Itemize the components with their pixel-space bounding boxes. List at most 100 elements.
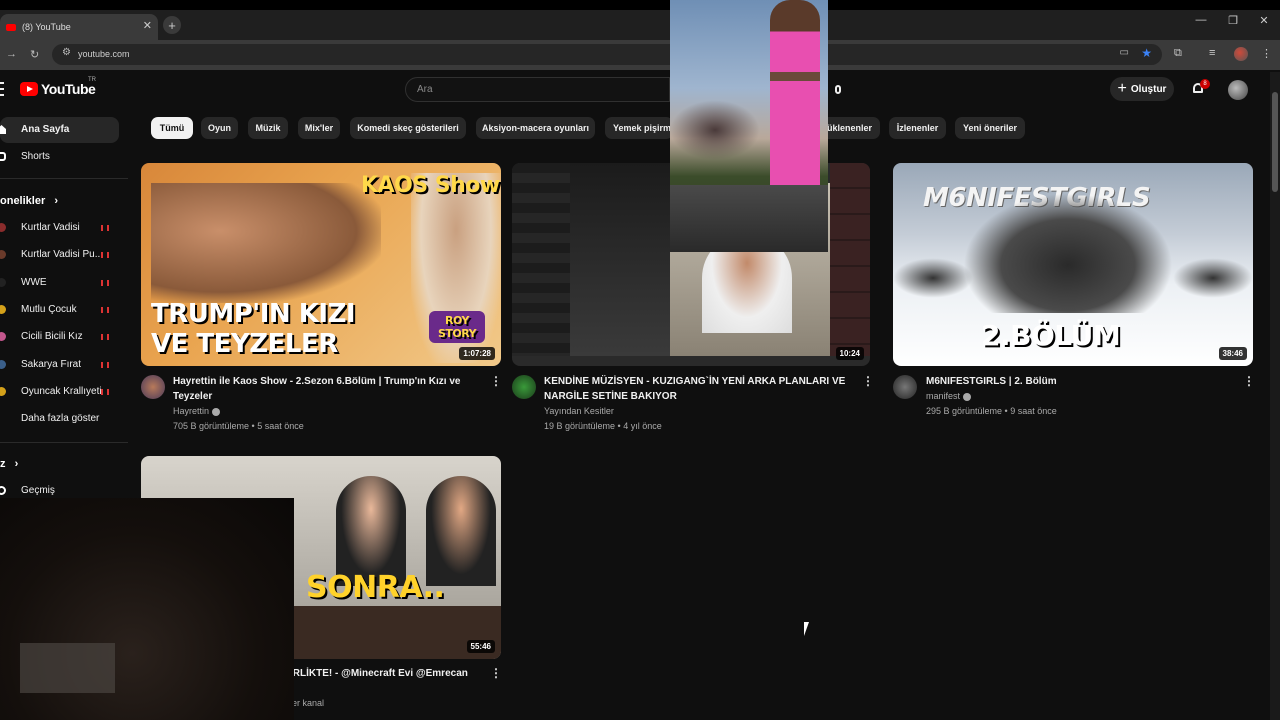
forward-icon[interactable]: →: [6, 48, 17, 60]
sidebar-channel-item[interactable]: Kurtlar Vadisi: [0, 215, 119, 241]
page-scrollbar[interactable]: [1270, 72, 1280, 720]
live-indicator-icon: [101, 307, 109, 313]
photo-trees: [670, 100, 760, 160]
browser-profile-icon[interactable]: [1234, 47, 1248, 61]
channel-name[interactable]: ler kanal: [290, 696, 324, 711]
channel-avatar-icon: [0, 250, 6, 259]
channel-avatar-icon: [0, 387, 6, 396]
minimize-button[interactable]: —: [1186, 14, 1216, 26]
live-indicator-icon: [101, 225, 109, 231]
address-bar[interactable]: ⚙ youtube.com ▭ ★: [52, 44, 1162, 65]
sidebar-channel-label: Cicili Bicili Kız: [21, 331, 83, 342]
video-title[interactable]: İRLİKTE! - @Minecraft Evi @Emrecan: [290, 666, 485, 681]
video-title-line1: Hayrettin ile Kaos Show - 2.Sezon 6.Bölü…: [173, 376, 461, 387]
bookmark-star-icon[interactable]: ★: [1141, 46, 1152, 60]
chip-gaming[interactable]: Oyun: [201, 117, 238, 139]
subscriptions-heading[interactable]: onelikler ›: [0, 195, 58, 207]
channel-avatar[interactable]: [512, 375, 536, 399]
chip-watched[interactable]: İzlenenler: [889, 117, 946, 139]
sidebar-channel-item[interactable]: WWE: [0, 270, 119, 296]
tab-close-icon[interactable]: ✕: [143, 19, 152, 32]
create-button[interactable]: + Oluştur: [1110, 77, 1174, 101]
thumbnail-title-line1: TRUMP'IN KIZI: [151, 299, 356, 329]
scrollbar-thumb[interactable]: [1272, 92, 1278, 192]
window-close-button[interactable]: ✕: [1249, 14, 1279, 27]
screen: (8) YouTube ✕ + — ❐ ✕ → ↻ ⚙ youtube.com …: [0, 0, 1280, 720]
you-heading[interactable]: z ›: [0, 458, 18, 470]
thumbnail-people: [151, 183, 381, 303]
chip-comedy[interactable]: Komedi skeç gösterileri: [350, 117, 466, 139]
chevron-right-icon: ›: [14, 458, 19, 470]
video-title-line2: Teyzeler: [173, 391, 213, 402]
thumbnail-show-logo: KAOS Show: [361, 173, 500, 198]
sidebar-channel-item[interactable]: Mutlu Çocuk: [0, 297, 119, 323]
sidebar-channel-item[interactable]: Cicili Bicili Kız: [0, 324, 119, 350]
extensions-icon[interactable]: ⧉: [1174, 47, 1182, 60]
browser-menu-icon[interactable]: ⋮: [1261, 47, 1272, 60]
video-duration: 38:46: [1218, 347, 1247, 360]
thumbnail-screen: [570, 163, 670, 356]
video-menu-icon[interactable]: ⋮: [490, 666, 502, 680]
channel-name[interactable]: Yayından Kesitler: [544, 404, 614, 419]
video-thumbnail[interactable]: M6NIFESTGIRLS 2.BÖLÜM 38:46: [893, 163, 1253, 366]
video-title[interactable]: KENDİNE MÜZİSYEN - KUZIGANG`İN YENİ ARKA…: [544, 374, 859, 404]
chip-mixes[interactable]: Mix'ler: [298, 117, 340, 139]
voice-search-mic-icon[interactable]: [828, 79, 848, 99]
channel-name-text: Hayrettin: [173, 406, 210, 416]
sidebar-item-label: Ana Sayfa: [21, 124, 70, 135]
chip-cooking[interactable]: Yemek pişirm: [605, 117, 673, 139]
chip-all[interactable]: Tümü: [151, 117, 193, 139]
sidebar-channel-item[interactable]: Sakarya Fırat: [0, 352, 119, 378]
search-placeholder: Ara: [417, 84, 433, 95]
channel-avatar-icon: [0, 223, 6, 232]
thumbnail-snowmobile-left: [893, 258, 973, 298]
video-duration: 55:46: [466, 640, 495, 653]
channel-avatar-icon: [0, 305, 6, 314]
chip-music[interactable]: Müzik: [248, 117, 288, 139]
channel-name[interactable]: manifest: [926, 389, 972, 404]
account-avatar[interactable]: [1228, 80, 1248, 100]
shorts-icon: [0, 152, 6, 161]
sidebar-item-shorts[interactable]: Shorts: [0, 144, 119, 170]
video-menu-icon[interactable]: ⋮: [862, 374, 874, 388]
channel-name[interactable]: Hayrettin: [173, 404, 221, 419]
install-icon[interactable]: ▭: [1120, 47, 1129, 58]
video-menu-icon[interactable]: ⋮: [490, 374, 502, 388]
video-meta: 295 B görüntüleme • 9 saat önce: [926, 406, 1057, 416]
thumbnail-emote-column: [830, 163, 870, 356]
video-meta: 705 B görüntüleme • 5 saat önce: [173, 421, 304, 431]
video-duration: 10:24: [835, 347, 864, 360]
sidebar-channel-item[interactable]: Oyuncak Krallıyeti: [0, 379, 119, 405]
chip-new-to-you[interactable]: Yeni öneriler: [955, 117, 1025, 139]
channel-avatar[interactable]: [141, 375, 165, 399]
live-indicator-icon: [101, 362, 109, 368]
sidebar-item-home[interactable]: Ana Sayfa: [0, 117, 119, 143]
media-control-icon[interactable]: ≡: [1209, 47, 1215, 59]
video-title[interactable]: M6NIFESTGIRLS | 2. Bölüm: [926, 374, 1226, 389]
restore-button[interactable]: ❐: [1218, 14, 1248, 27]
browser-tab[interactable]: (8) YouTube ✕: [0, 14, 158, 40]
video-title[interactable]: Hayrettin ile Kaos Show - 2.Sezon 6.Bölü…: [173, 374, 473, 404]
sidebar-show-more[interactable]: Daha fazla göster: [0, 406, 119, 432]
hamburger-menu-icon[interactable]: [0, 82, 4, 96]
top-edge: [0, 0, 1280, 10]
new-tab-button[interactable]: +: [163, 16, 181, 34]
youtube-logo[interactable]: YouTube TR: [20, 77, 96, 97]
notifications-bell-icon[interactable]: 8: [1190, 79, 1210, 97]
search-input[interactable]: Ara: [405, 77, 670, 102]
sidebar-channel-item[interactable]: Kurtlar Vadisi Pu...: [0, 242, 119, 268]
video-title-line2: NARGİLE SETİNE BAKIYOR: [544, 391, 677, 402]
you-heading-text: z: [0, 458, 6, 470]
notification-badge: 8: [1200, 79, 1210, 89]
chevron-right-icon: ›: [54, 195, 58, 207]
video-menu-icon[interactable]: ⋮: [1243, 374, 1255, 388]
channel-avatar[interactable]: [893, 375, 917, 399]
site-info-icon[interactable]: ⚙: [62, 47, 71, 58]
sidebar-channel-label: Oyuncak Krallıyeti: [21, 386, 102, 397]
tab-title: (8) YouTube: [22, 22, 71, 32]
video-thumbnail[interactable]: KAOS Show TRUMP'IN KIZI VE TEYZELER ROY …: [141, 163, 501, 366]
chip-action-adventure[interactable]: Aksiyon-macera oyunları: [476, 117, 595, 139]
browser-tab-bar: (8) YouTube ✕ + — ❐ ✕: [0, 0, 1280, 40]
reload-icon[interactable]: ↻: [30, 48, 39, 61]
plus-icon: +: [1117, 80, 1127, 97]
